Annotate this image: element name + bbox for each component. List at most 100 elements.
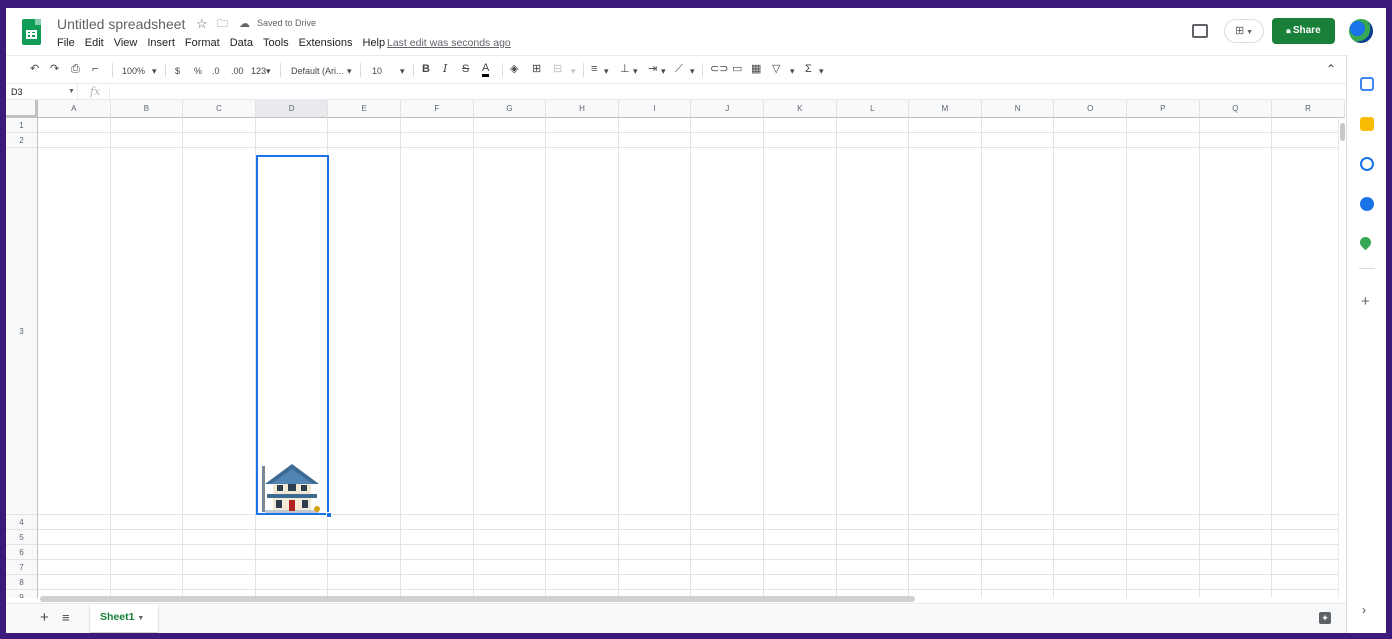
- zoom-select[interactable]: 100%: [122, 64, 145, 78]
- redo-icon[interactable]: ↷: [50, 62, 59, 76]
- increase-decimal-button[interactable]: .00: [231, 64, 244, 78]
- bold-button[interactable]: B: [422, 62, 430, 76]
- text-color-button[interactable]: A: [482, 62, 490, 77]
- chevron-down-icon[interactable]: ▾: [347, 64, 352, 78]
- column-header-h[interactable]: H: [546, 100, 619, 118]
- merge-cells-icon[interactable]: ⊟: [553, 62, 562, 76]
- maps-icon[interactable]: [1357, 234, 1374, 251]
- menu-edit[interactable]: Edit: [85, 37, 104, 51]
- get-addons-icon[interactable]: +: [1361, 293, 1370, 310]
- column-header-f[interactable]: F: [401, 100, 474, 118]
- share-button[interactable]: 🔒︎ Share: [1272, 18, 1335, 44]
- paint-format-icon[interactable]: ⌐: [92, 62, 98, 76]
- column-header-m[interactable]: M: [909, 100, 982, 118]
- spreadsheet-grid[interactable]: ABCDEFGHIJKLMNOPQR 123456789: [6, 100, 1346, 598]
- column-header-k[interactable]: K: [764, 100, 837, 118]
- menu-view[interactable]: View: [114, 37, 138, 51]
- chevron-down-icon[interactable]: ▾: [790, 64, 795, 78]
- insert-chart-icon[interactable]: ▦: [751, 62, 761, 76]
- explore-icon[interactable]: ✦: [1319, 612, 1331, 624]
- fill-handle[interactable]: [326, 512, 332, 518]
- column-header-n[interactable]: N: [981, 100, 1055, 118]
- column-header-b[interactable]: B: [110, 100, 184, 118]
- italic-button[interactable]: I: [443, 62, 447, 76]
- contacts-icon[interactable]: [1360, 197, 1374, 211]
- column-header-q[interactable]: Q: [1199, 100, 1273, 118]
- row-header-4[interactable]: 4: [6, 515, 38, 530]
- menu-insert[interactable]: Insert: [147, 37, 175, 51]
- chevron-down-icon[interactable]: ▾: [604, 64, 609, 78]
- chevron-down-icon[interactable]: ▼: [68, 88, 75, 95]
- decrease-decimal-button[interactable]: .0: [212, 64, 220, 78]
- chevron-down-icon[interactable]: ▾: [661, 64, 666, 78]
- percent-format-button[interactable]: %: [194, 64, 202, 78]
- chevron-down-icon[interactable]: ▾: [819, 64, 824, 78]
- undo-icon[interactable]: ↶: [30, 62, 39, 76]
- last-edit-link[interactable]: Last edit was seconds ago: [387, 37, 511, 49]
- expand-panel-icon[interactable]: ›: [1362, 603, 1366, 617]
- horizontal-scrollbar[interactable]: [38, 596, 1340, 603]
- font-family-select[interactable]: Default (Ari...: [291, 64, 344, 78]
- column-header-r[interactable]: R: [1272, 100, 1345, 118]
- row-header-9[interactable]: 9: [6, 590, 38, 598]
- avatar[interactable]: [1349, 19, 1373, 43]
- row-header-8[interactable]: 8: [6, 575, 38, 590]
- filter-icon[interactable]: ▽: [772, 62, 780, 76]
- column-header-d[interactable]: D: [255, 100, 329, 118]
- strikethrough-button[interactable]: S: [462, 62, 469, 76]
- menu-tools[interactable]: Tools: [263, 37, 289, 51]
- calendar-icon[interactable]: [1360, 77, 1374, 91]
- house-image[interactable]: [259, 460, 325, 514]
- vertical-scroll-thumb[interactable]: [1340, 123, 1345, 141]
- column-header-g[interactable]: G: [473, 100, 547, 118]
- row-header-2[interactable]: 2: [6, 133, 38, 148]
- menu-data[interactable]: Data: [230, 37, 253, 51]
- star-icon[interactable]: ☆: [196, 16, 208, 32]
- menu-extensions[interactable]: Extensions: [299, 37, 353, 51]
- chevron-down-icon[interactable]: ▾: [690, 64, 695, 78]
- column-header-a[interactable]: A: [38, 100, 111, 118]
- print-icon[interactable]: ⎙: [71, 62, 80, 76]
- keep-icon[interactable]: [1360, 117, 1374, 131]
- present-button[interactable]: ⊞ ▼: [1224, 19, 1264, 43]
- chevron-down-icon[interactable]: ▾: [571, 64, 576, 78]
- sheets-logo-icon[interactable]: [22, 19, 41, 45]
- column-header-e[interactable]: E: [328, 100, 401, 118]
- doc-title[interactable]: Untitled spreadsheet: [57, 16, 185, 32]
- menu-format[interactable]: Format: [185, 37, 220, 51]
- text-rotation-icon[interactable]: ⟋: [675, 62, 683, 76]
- chevron-down-icon[interactable]: ▾: [633, 64, 638, 78]
- row-header-7[interactable]: 7: [6, 560, 38, 575]
- row-header-1[interactable]: 1: [6, 118, 38, 133]
- cloud-saved-icon[interactable]: ☁: [239, 16, 250, 32]
- fill-color-icon[interactable]: ◈: [510, 62, 518, 76]
- collapse-toolbar-icon[interactable]: ⌃: [1326, 62, 1336, 76]
- move-folder-icon[interactable]: 🗀: [217, 16, 228, 32]
- vertical-scrollbar[interactable]: [1338, 118, 1346, 598]
- menu-help[interactable]: Help: [362, 37, 385, 51]
- horizontal-scroll-thumb[interactable]: [40, 596, 915, 602]
- comments-icon[interactable]: [1192, 24, 1208, 38]
- sheet-tab-sheet1[interactable]: Sheet1 ▼: [90, 604, 158, 632]
- chevron-down-icon[interactable]: ▼: [137, 615, 144, 622]
- insert-comment-icon[interactable]: ▭: [732, 62, 742, 76]
- font-size-select[interactable]: 10: [372, 64, 382, 78]
- select-all-corner[interactable]: [6, 100, 38, 118]
- insert-link-icon[interactable]: ⊂⊃: [710, 62, 728, 76]
- add-sheet-icon[interactable]: +: [40, 609, 49, 626]
- functions-button[interactable]: Σ: [805, 62, 812, 76]
- row-header-6[interactable]: 6: [6, 545, 38, 560]
- text-wrapping-icon[interactable]: ⇥: [648, 62, 657, 76]
- vertical-align-icon[interactable]: ⊥: [620, 62, 630, 76]
- column-header-i[interactable]: I: [618, 100, 692, 118]
- chevron-down-icon[interactable]: ▾: [152, 64, 157, 78]
- all-sheets-icon[interactable]: ≡: [62, 610, 70, 625]
- row-header-5[interactable]: 5: [6, 530, 38, 545]
- chevron-down-icon[interactable]: ▾: [266, 64, 271, 78]
- column-header-p[interactable]: P: [1127, 100, 1200, 118]
- column-header-c[interactable]: C: [183, 100, 256, 118]
- column-header-j[interactable]: J: [691, 100, 764, 118]
- currency-format-button[interactable]: $: [175, 64, 180, 78]
- more-formats-button[interactable]: 123: [251, 64, 266, 78]
- column-header-o[interactable]: O: [1054, 100, 1127, 118]
